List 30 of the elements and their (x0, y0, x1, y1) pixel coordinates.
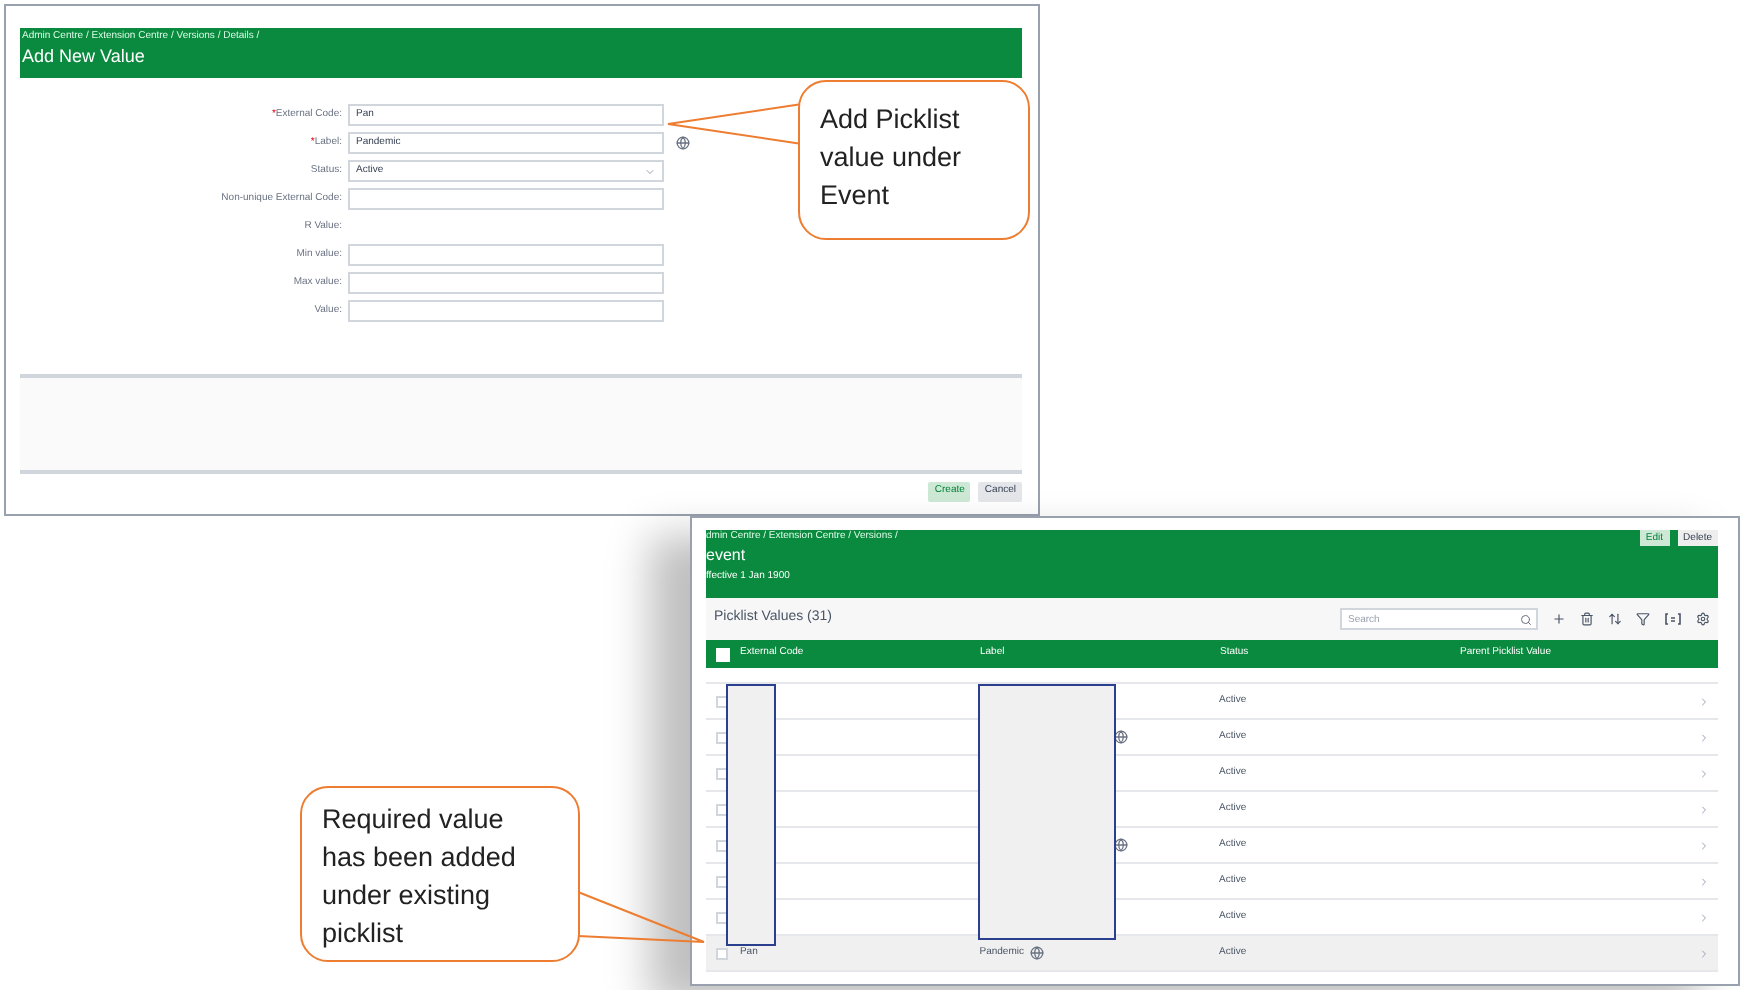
globe-icon (1113, 730, 1128, 744)
trash-icon[interactable] (1580, 612, 1594, 626)
globe-icon (676, 136, 690, 150)
globe-icon (1113, 838, 1128, 852)
search-icon (1520, 613, 1532, 625)
globe-icon (1029, 946, 1044, 960)
chevron-icon[interactable] (1698, 695, 1711, 707)
chevron-icon[interactable] (1698, 947, 1711, 959)
input-field[interactable] (348, 272, 664, 294)
select-all-checkbox[interactable] (716, 647, 730, 661)
settings-icon[interactable] (1696, 612, 1710, 626)
chevron-icon[interactable] (1698, 731, 1711, 743)
chevron-icon[interactable] (1698, 875, 1711, 887)
chevron-icon[interactable] (1698, 911, 1711, 923)
chevron-icon[interactable] (1698, 839, 1711, 851)
chevron-icon (644, 165, 656, 177)
input-field[interactable] (348, 244, 664, 266)
callout-text: Add Picklist value under Event (820, 102, 964, 214)
chevron-icon[interactable] (1698, 767, 1711, 779)
chevron-icon[interactable] (1698, 803, 1711, 815)
page-title: Add New Value (22, 44, 147, 68)
sort-icon[interactable] (1608, 612, 1622, 626)
page-title: event (706, 544, 748, 568)
callout-text: Required value has been added under existing picklist (322, 802, 518, 952)
brackets-icon[interactable] (1664, 612, 1682, 626)
row-checkbox[interactable] (716, 947, 729, 959)
input-field[interactable] (348, 188, 664, 210)
input-field[interactable] (348, 300, 664, 322)
filter-icon[interactable] (1636, 612, 1650, 626)
add-icon[interactable] (1552, 612, 1566, 626)
